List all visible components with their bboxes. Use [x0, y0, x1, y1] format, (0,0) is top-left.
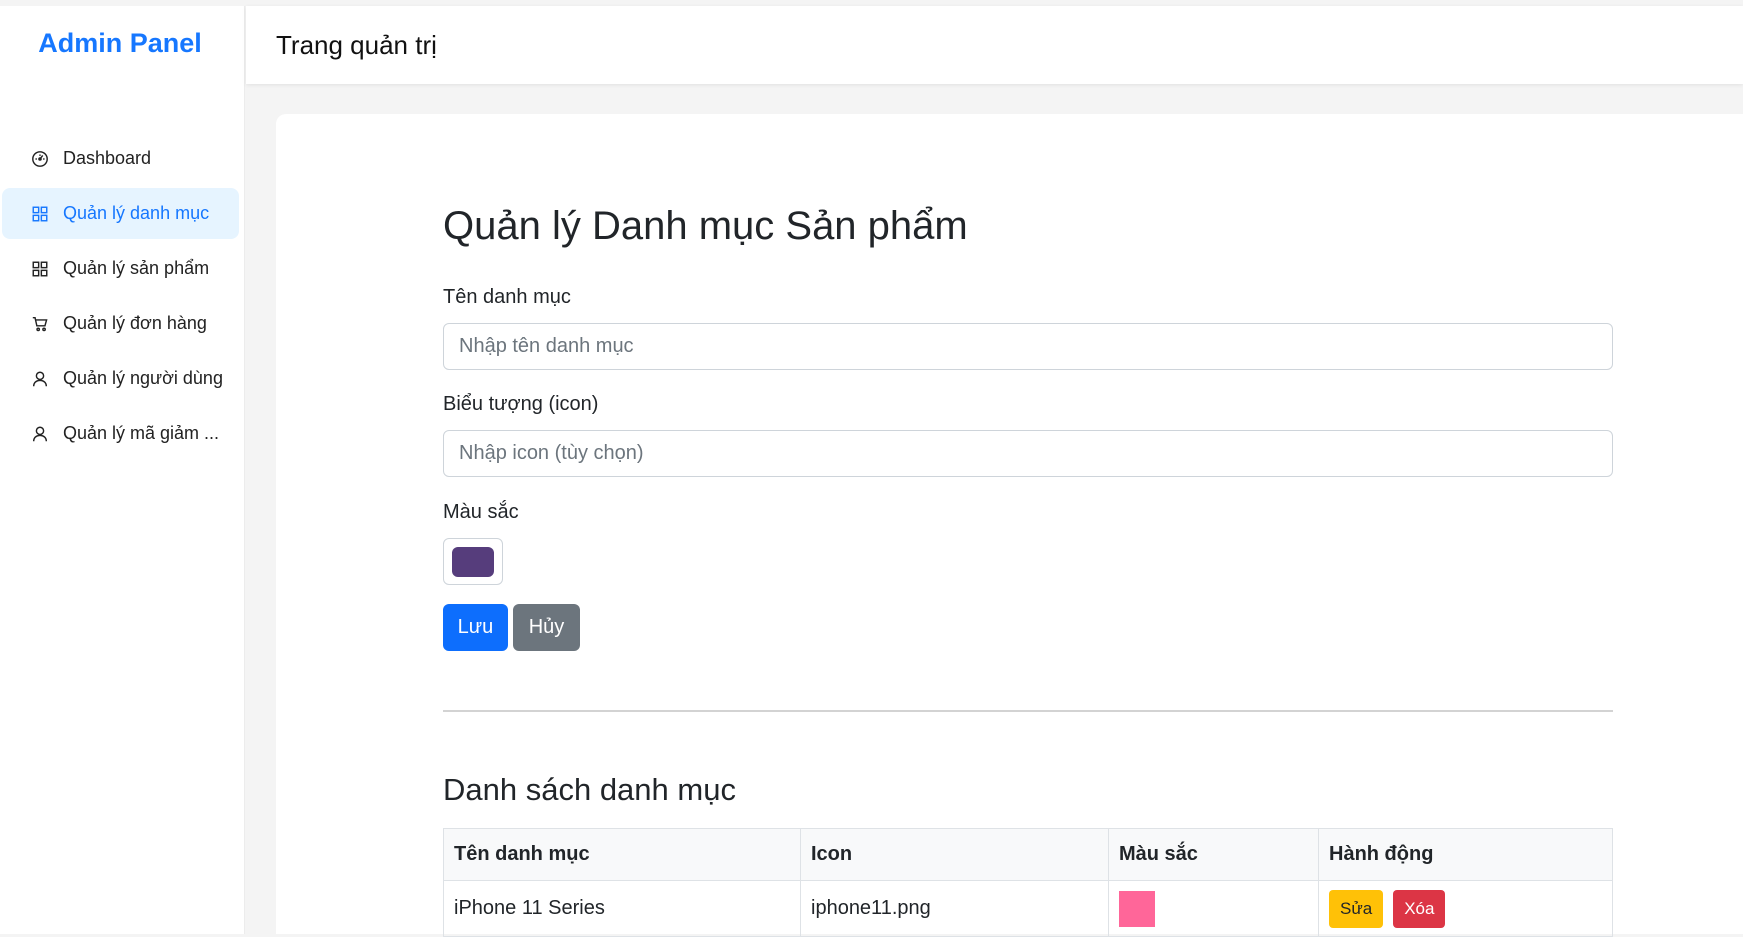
color-label: Màu sắc: [443, 501, 519, 523]
sidebar-item-label: Quản lý mã giảm ...: [63, 423, 220, 443]
main-content: Quản lý Danh mục Sản phẩm Tên danh mục B…: [276, 114, 1743, 937]
column-header-icon: Icon: [800, 828, 1109, 881]
sidebar-item-label: Quản lý danh mục: [63, 203, 210, 223]
sidebar-item-users[interactable]: Quản lý người dùng: [2, 353, 239, 404]
category-name-label: Tên danh mục: [443, 286, 571, 308]
cart-icon: [30, 314, 50, 334]
sidebar-item-label: Quản lý người dùng: [63, 368, 223, 388]
color-swatch: [1119, 890, 1155, 927]
page-title: Quản lý Danh mục Sản phẩm: [443, 204, 968, 248]
sidebar-menu: Dashboard Quản lý danh mục Quản lý sản p…: [0, 133, 245, 463]
category-table: Tên danh mục Icon Màu sắc Hành động iPho…: [443, 828, 1613, 937]
sidebar-item-dashboard[interactable]: Dashboard: [2, 133, 239, 184]
sidebar-item-orders[interactable]: Quản lý đơn hàng: [2, 298, 239, 349]
sidebar-item-label: Quản lý sản phẩm: [63, 258, 210, 278]
category-name-input[interactable]: [443, 323, 1613, 370]
cell-actions: Sửa Xóa: [1318, 880, 1613, 937]
column-header-color: Màu sắc: [1108, 828, 1319, 881]
delete-button[interactable]: Xóa: [1393, 889, 1446, 928]
sidebar-item-categories[interactable]: Quản lý danh mục: [2, 188, 239, 239]
column-header-actions: Hành động: [1318, 828, 1613, 881]
header-title: Trang quản trị: [276, 30, 437, 60]
list-title: Danh sách danh mục: [443, 772, 736, 807]
cell-category-name: iPhone 11 Series: [443, 880, 801, 937]
sidebar-item-products[interactable]: Quản lý sản phẩm: [2, 243, 239, 294]
cancel-button[interactable]: Hủy: [513, 604, 580, 651]
section-divider: [443, 710, 1613, 712]
grid-icon: [30, 204, 50, 224]
color-picker[interactable]: [443, 538, 503, 585]
cell-icon: iphone11.png: [800, 880, 1109, 937]
icon-input[interactable]: [443, 430, 1613, 477]
edit-button[interactable]: Sửa: [1329, 889, 1384, 928]
app-logo[interactable]: Admin Panel: [0, 28, 240, 59]
sidebar: Admin Panel Dashboard Quản lý danh mục Q…: [0, 6, 245, 934]
user-icon: [30, 369, 50, 389]
table-header-row: Tên danh mục Icon Màu sắc Hành động: [443, 828, 1613, 881]
sidebar-item-label: Quản lý đơn hàng: [63, 313, 207, 333]
sidebar-item-coupons[interactable]: Quản lý mã giảm ...: [2, 408, 239, 459]
color-swatch: [452, 546, 494, 577]
save-button[interactable]: Lưu: [443, 604, 508, 651]
user-icon: [30, 424, 50, 444]
top-header: Trang quản trị: [246, 6, 1743, 84]
sidebar-item-label: Dashboard: [63, 148, 152, 168]
cell-color: [1108, 880, 1319, 937]
grid-icon: [30, 259, 50, 279]
icon-label: Biểu tượng (icon): [443, 393, 599, 415]
column-header-name: Tên danh mục: [443, 828, 801, 881]
dashboard-icon: [30, 149, 50, 169]
table-row: iPhone 11 Series iphone11.png Sửa Xóa: [443, 880, 1613, 937]
